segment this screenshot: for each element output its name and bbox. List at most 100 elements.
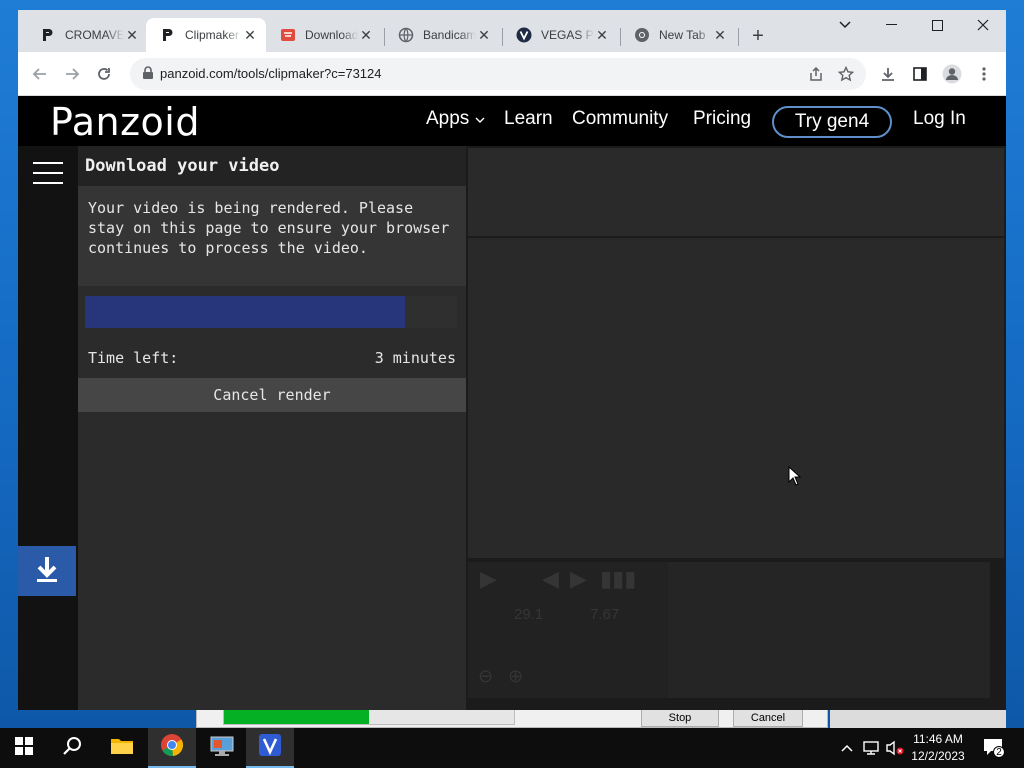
vegas-icon: [516, 27, 532, 43]
render-message: Your video is being rendered. Please sta…: [88, 199, 450, 257]
lock-icon[interactable]: [142, 66, 156, 82]
browser-toolbar: panzoid.com/tools/clipmaker?c=73124: [18, 52, 1006, 96]
close-tab-icon[interactable]: ✕: [242, 27, 258, 43]
panel-title: Download your video: [78, 146, 466, 186]
volume-icon[interactable]: ▮▮▮: [600, 566, 636, 592]
tab-separator: [738, 28, 739, 46]
globe-icon: [398, 27, 414, 43]
download-icon[interactable]: [876, 62, 900, 86]
bandicam-taskbar-button[interactable]: [198, 728, 246, 768]
close-tab-icon[interactable]: ✕: [712, 27, 728, 43]
close-tab-icon[interactable]: ✕: [358, 27, 374, 43]
stop-button[interactable]: Stop: [641, 709, 719, 727]
close-tab-icon[interactable]: ✕: [124, 27, 140, 43]
download-panel: Download your video Your video is being …: [78, 146, 466, 710]
preview-top-panel: [468, 148, 1004, 236]
more-menu-icon[interactable]: [972, 62, 996, 86]
notification-icon: 2: [983, 738, 1005, 758]
notification-count-badge: 2: [993, 746, 1005, 758]
total-time: 7.67: [590, 606, 620, 623]
nav-apps-label: Apps: [426, 108, 470, 129]
address-bar[interactable]: panzoid.com/tools/clipmaker?c=73124: [130, 58, 866, 90]
background-progress-fill: [224, 710, 369, 724]
tab-download[interactable]: Download ✕: [266, 18, 382, 52]
share-icon[interactable]: [806, 64, 826, 84]
cancel-render-button[interactable]: Cancel render: [78, 378, 466, 412]
step-forward-icon[interactable]: ▶: [570, 566, 587, 592]
side-rail: [18, 146, 78, 710]
reload-icon[interactable]: [92, 62, 116, 86]
panzoid-icon: [160, 27, 176, 43]
nav-apps[interactable]: Apps: [426, 108, 485, 130]
file-explorer-button[interactable]: [98, 728, 146, 768]
nav-community[interactable]: Community: [572, 108, 668, 130]
profile-avatar-icon[interactable]: [940, 62, 964, 86]
tab-search-icon[interactable]: [822, 10, 868, 40]
try-gen4-button[interactable]: Try gen4: [772, 106, 892, 138]
tab-title: Download: [305, 28, 358, 42]
panzoid-icon: [40, 27, 56, 43]
tab-title: Clipmaker: [185, 28, 240, 42]
monitor-app-icon: [210, 735, 234, 762]
tab-title: New Tab: [659, 28, 706, 42]
search-button[interactable]: [48, 728, 96, 768]
tab-cromave[interactable]: CROMAVE ✕: [26, 18, 148, 52]
background-cancel-button[interactable]: Cancel: [733, 709, 803, 727]
chevron-down-icon: [475, 108, 485, 129]
tab-new-tab[interactable]: New Tab ✕: [620, 18, 736, 52]
preview-area: ▶ ◀ ▶ ▮▮▮ 29.1 7.67 ⊖ ⊕: [466, 146, 1006, 710]
minimize-button[interactable]: [868, 10, 914, 40]
clock-date: 12/2/2023: [911, 749, 965, 763]
site-logo[interactable]: Panzoid: [50, 100, 200, 144]
tab-vegas[interactable]: VEGAS Pro ✕: [502, 18, 618, 52]
time-left-label: Time left:: [88, 349, 179, 367]
login-link[interactable]: Log In: [913, 108, 966, 130]
close-window-button[interactable]: [960, 10, 1006, 40]
tab-strip: CROMAVE ✕ Clipmaker ✕ Download ✕ Bandica…: [18, 10, 1006, 52]
forward-icon[interactable]: [60, 62, 84, 86]
tab-clipmaker[interactable]: Clipmaker ✕: [146, 18, 266, 52]
current-time: 29.1: [514, 606, 544, 623]
close-tab-icon[interactable]: ✕: [476, 27, 492, 43]
site-header: Panzoid Apps Learn Community Pricing Try…: [18, 96, 1006, 146]
download-arrow-icon: [34, 555, 60, 588]
chrome-icon: [160, 733, 184, 762]
render-progress-fill: [85, 296, 405, 328]
vegas-icon: [258, 733, 282, 762]
start-button[interactable]: [0, 728, 48, 768]
video-preview: [468, 238, 1004, 558]
new-tab-button[interactable]: +: [746, 24, 770, 48]
taskbar: 11:46 AM 12/2/2023 2: [0, 728, 1024, 768]
chrome-icon: [634, 27, 650, 43]
play-icon[interactable]: ▶: [480, 566, 497, 592]
side-panel-icon[interactable]: [908, 62, 932, 86]
bookmark-star-icon[interactable]: [836, 64, 856, 84]
tab-title: Bandicam: [423, 28, 476, 42]
maximize-button[interactable]: [914, 10, 960, 40]
notification-center-button[interactable]: 2: [980, 728, 1008, 768]
url-text[interactable]: panzoid.com/tools/clipmaker?c=73124: [160, 66, 382, 81]
network-icon[interactable]: [860, 728, 882, 768]
tab-bandicam[interactable]: Bandicam ✕: [384, 18, 500, 52]
browser-window: CROMAVE ✕ Clipmaker ✕ Download ✕ Bandica…: [18, 10, 1006, 710]
vegas-taskbar-button[interactable]: [246, 728, 294, 768]
clock-time: 11:46 AM: [913, 732, 963, 746]
download-panel-tab[interactable]: [18, 546, 76, 596]
hamburger-menu-icon[interactable]: [33, 162, 63, 184]
zoom-out-icon[interactable]: ⊖: [478, 666, 493, 687]
step-back-icon[interactable]: ◀: [542, 566, 559, 592]
tab-title: CROMAVE: [65, 28, 124, 42]
player-controls: ▶ ◀ ▶ ▮▮▮ 29.1 7.67 ⊖ ⊕: [468, 562, 668, 698]
show-hidden-icons[interactable]: [838, 728, 856, 768]
chrome-taskbar-button[interactable]: [148, 728, 196, 768]
close-tab-icon[interactable]: ✕: [594, 27, 610, 43]
nav-pricing[interactable]: Pricing: [693, 108, 751, 130]
timeline-panel: [668, 562, 990, 698]
mouse-cursor-icon: [788, 465, 802, 486]
search-icon: [62, 736, 82, 761]
nav-learn[interactable]: Learn: [504, 108, 553, 130]
folder-icon: [110, 736, 134, 761]
zoom-in-icon[interactable]: ⊕: [508, 666, 523, 687]
system-clock[interactable]: 11:46 AM 12/2/2023: [902, 731, 974, 765]
back-icon[interactable]: [28, 62, 52, 86]
